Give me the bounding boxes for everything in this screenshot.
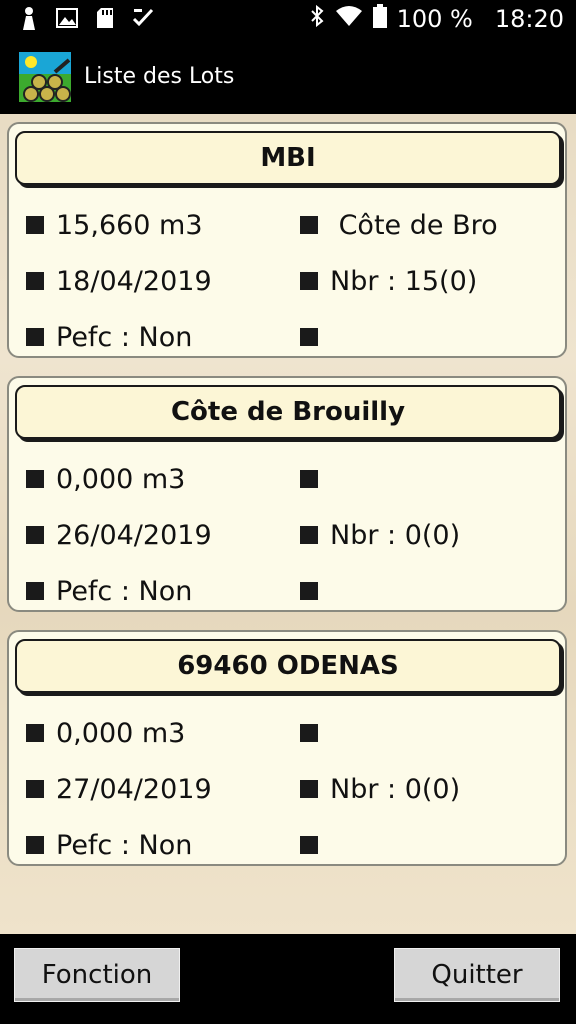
bullet-square-icon (26, 836, 44, 854)
bluetooth-icon (309, 4, 325, 34)
bullet-square-icon (26, 780, 44, 798)
lot-row: Pefc : Non (9, 825, 565, 865)
lot-volume: 15,660 m3 (56, 209, 203, 241)
image-icon (56, 6, 78, 30)
page-title: Liste des Lots (84, 64, 235, 89)
bullet-square-icon (26, 724, 44, 742)
quit-button[interactable]: Quitter (394, 948, 560, 1002)
bullet-square-icon (300, 470, 318, 488)
lot-card[interactable]: MBI 15,660 m3 Côte de Bro 18/04/2019 Nbr… (7, 122, 567, 358)
lot-pefc: Pefc : Non (56, 321, 193, 353)
lot-date: 18/04/2019 (56, 265, 212, 297)
lot-volume-cell: 0,000 m3 (26, 713, 185, 753)
bullet-square-icon (300, 724, 318, 742)
battery-icon (372, 4, 387, 34)
lot-volume-cell: 15,660 m3 (26, 205, 203, 245)
bullet-square-icon (26, 582, 44, 600)
lot-count-cell: Nbr : 0(0) (300, 515, 460, 555)
bullet-square-icon (26, 328, 44, 346)
lot-row: 0,000 m3 (9, 713, 565, 753)
bullet-square-icon (300, 272, 318, 290)
bullet-square-icon (300, 216, 318, 234)
sd-card-icon (94, 6, 116, 30)
lot-volume-cell: 0,000 m3 (26, 459, 185, 499)
bullet-square-icon (300, 582, 318, 600)
lot-pefc: Pefc : Non (56, 575, 193, 607)
lot-row: Pefc : Non (9, 571, 565, 611)
lot-count: Nbr : 0(0) (330, 519, 461, 551)
lot-row: 18/04/2019 Nbr : 15(0) (9, 261, 565, 301)
lot-row: 15,660 m3 Côte de Bro (9, 205, 565, 245)
lot-extra-cell (300, 825, 330, 865)
bullet-square-icon (26, 216, 44, 234)
lot-pefc: Pefc : Non (56, 829, 193, 861)
lot-count: Nbr : 0(0) (330, 773, 461, 805)
bullet-square-icon (26, 470, 44, 488)
lot-count: Nbr : 15(0) (330, 265, 478, 297)
lot-date-cell: 26/04/2019 (26, 515, 212, 555)
bottom-bar: Fonction Quitter (0, 934, 576, 1024)
lot-place-cell: Côte de Bro (300, 205, 498, 245)
lot-extra-cell (300, 317, 330, 357)
bullet-square-icon (300, 526, 318, 544)
bullet-square-icon (300, 836, 318, 854)
clock: 18:20 (494, 5, 564, 33)
bullet-square-icon (300, 780, 318, 798)
notification-icons (18, 6, 154, 30)
lot-row: Pefc : Non (9, 317, 565, 357)
lot-pefc-cell: Pefc : Non (26, 825, 192, 865)
task-check-icon (132, 6, 154, 30)
lot-place-cell (300, 713, 330, 753)
lot-row: 0,000 m3 (9, 459, 565, 499)
lot-volume: 0,000 m3 (56, 717, 186, 749)
lot-place-cell (300, 459, 330, 499)
action-bar: Liste des Lots (0, 40, 576, 114)
lot-extra-cell (300, 571, 330, 611)
logs-pile-app-icon (19, 52, 71, 102)
function-button[interactable]: Fonction (14, 948, 180, 1002)
lot-pefc-cell: Pefc : Non (26, 317, 192, 357)
lot-title[interactable]: 69460 ODENAS (15, 639, 561, 693)
lot-title[interactable]: MBI (15, 131, 561, 185)
lot-card[interactable]: 69460 ODENAS 0,000 m3 27/04/2019 Nbr : 0… (7, 630, 567, 866)
lot-date: 26/04/2019 (56, 519, 212, 551)
person-notification-icon (18, 6, 40, 30)
lot-date-cell: 18/04/2019 (26, 261, 212, 301)
battery-percent: 100 % (396, 5, 473, 33)
wifi-icon (335, 5, 363, 33)
lot-pefc-cell: Pefc : Non (26, 571, 192, 611)
status-bar: 100 % 18:20 (0, 0, 576, 40)
lot-list[interactable]: MBI 15,660 m3 Côte de Bro 18/04/2019 Nbr… (0, 114, 576, 934)
lot-title[interactable]: Côte de Brouilly (15, 385, 561, 439)
bullet-square-icon (26, 272, 44, 290)
lot-count-cell: Nbr : 15(0) (300, 261, 477, 301)
lot-date: 27/04/2019 (56, 773, 212, 805)
lot-place: Côte de Bro (330, 209, 498, 241)
lot-row: 26/04/2019 Nbr : 0(0) (9, 515, 565, 555)
bullet-square-icon (26, 526, 44, 544)
lot-volume: 0,000 m3 (56, 463, 186, 495)
lot-row: 27/04/2019 Nbr : 0(0) (9, 769, 565, 809)
lot-card[interactable]: Côte de Brouilly 0,000 m3 26/04/2019 Nbr… (7, 376, 567, 612)
lot-date-cell: 27/04/2019 (26, 769, 212, 809)
system-status: 100 % 18:20 (309, 4, 564, 34)
bullet-square-icon (300, 328, 318, 346)
lot-count-cell: Nbr : 0(0) (300, 769, 460, 809)
